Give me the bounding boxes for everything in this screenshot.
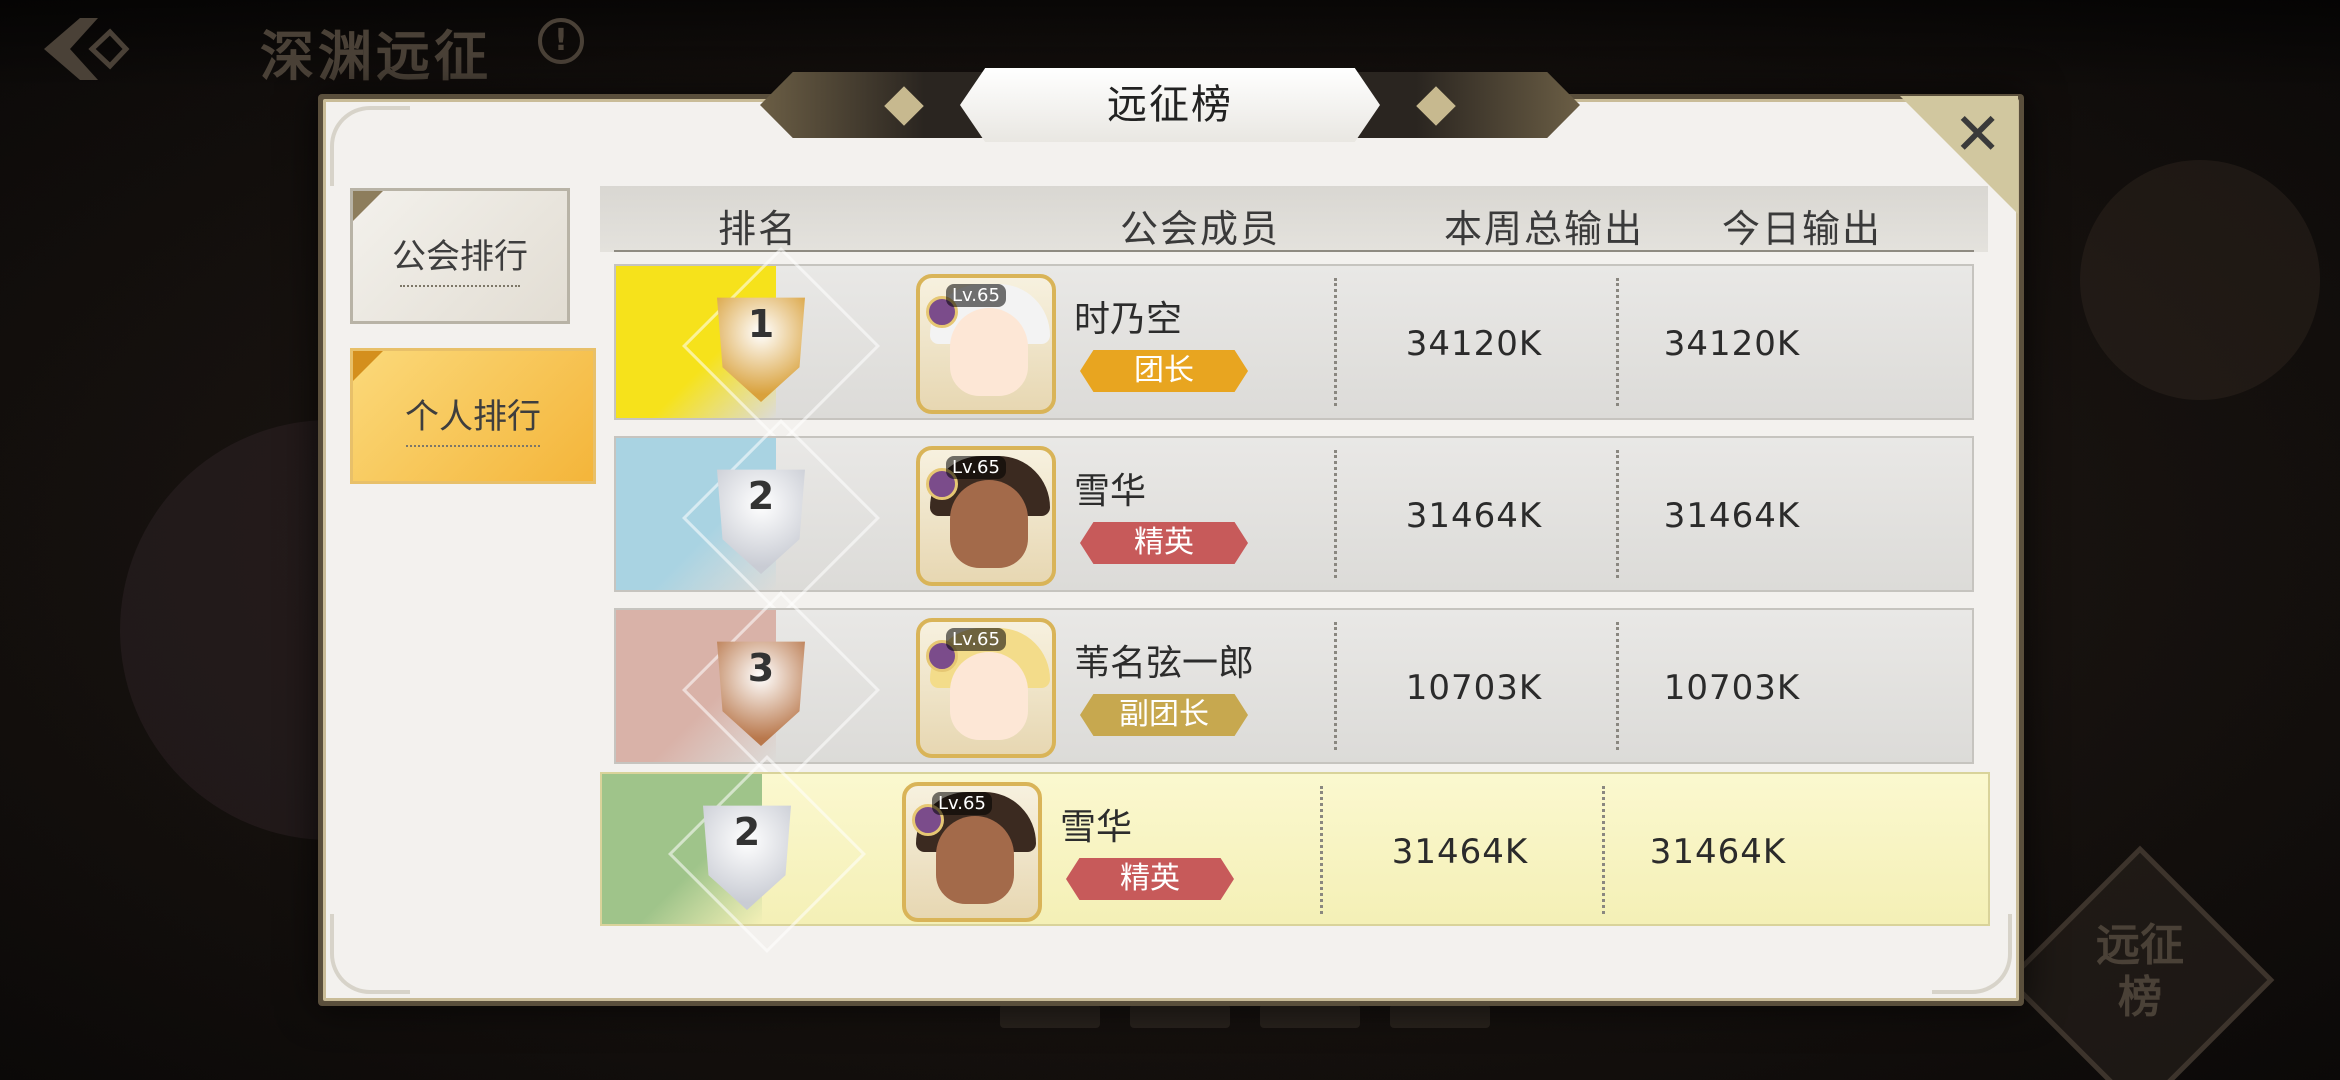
member-avatar[interactable]: Lv.65 (916, 618, 1056, 758)
member-role-badge: 精英 (1066, 858, 1234, 900)
ranking-corner-button-label: 远征榜 (2096, 920, 2184, 1023)
tab-underline (405, 445, 541, 447)
rank-number: 1 (747, 302, 775, 346)
member-role-badge: 团长 (1080, 350, 1248, 392)
column-header-weekly-output: 本周总输出 (1444, 207, 1645, 251)
member-role-badge: 副团长 (1080, 694, 1248, 736)
table-row[interactable]: 2 Lv.65 雪华精英 31464K 31464K (614, 419, 1974, 617)
member-name: 雪华 (1074, 471, 1147, 512)
member-avatar[interactable]: Lv.65 (916, 446, 1056, 586)
column-separator (1616, 622, 1619, 750)
info-icon[interactable]: ! (538, 18, 584, 64)
column-separator (1320, 786, 1323, 914)
back-arrow-icon (44, 18, 130, 80)
column-header-rank: 排名 (718, 207, 799, 251)
avatar-level: Lv.65 (946, 284, 1006, 307)
member-avatar[interactable]: Lv.65 (902, 782, 1042, 922)
modal-title: 远征榜 (1107, 82, 1233, 128)
avatar-face (936, 816, 1014, 904)
weekly-output-value: 34120K (1405, 324, 1543, 364)
table-row[interactable]: 1 Lv.65 时乃空团长 34120K 34120K (614, 247, 1974, 445)
corner-ornament (1932, 914, 2012, 994)
page-title: 深渊远征 (260, 24, 492, 88)
today-output-value: 31464K (1663, 496, 1801, 536)
member-name: 苇名弦一郎 (1074, 643, 1255, 684)
avatar-face (950, 652, 1028, 740)
footer-tab (1000, 1004, 1100, 1028)
back-button[interactable] (40, 14, 130, 84)
today-output-value: 31464K (1649, 832, 1787, 872)
tab-underline (400, 285, 520, 287)
tab-guild-ranking[interactable]: 公会排行 (350, 188, 570, 324)
weekly-output-value: 31464K (1391, 832, 1529, 872)
footer-tab (1130, 1004, 1230, 1028)
corner-ornament (330, 914, 410, 994)
rank-number: 2 (733, 810, 761, 854)
column-separator (1602, 786, 1605, 914)
footer-tab (1390, 1004, 1490, 1028)
column-header-today-output: 今日输出 (1722, 207, 1883, 251)
header-divider (614, 250, 1974, 252)
column-separator (1334, 622, 1337, 750)
self-rank-row[interactable]: 2 Lv.65 雪华精英 31464K 31464K (600, 755, 1990, 953)
column-header-member: 公会成员 (1120, 207, 1281, 251)
footer-tab (1260, 1004, 1360, 1028)
tab-corner-ornament (353, 191, 383, 221)
background-orb-right (2080, 160, 2320, 400)
tab-label: 公会排行 (392, 237, 528, 277)
tab-personal-ranking[interactable]: 个人排行 (350, 348, 596, 484)
rank-number: 2 (747, 474, 775, 518)
member-name: 雪华 (1060, 807, 1133, 848)
avatar-level: Lv.65 (946, 628, 1006, 651)
column-separator (1616, 278, 1619, 406)
close-icon: ✕ (1953, 100, 2002, 168)
member-role-badge: 精英 (1080, 522, 1248, 564)
column-separator (1334, 450, 1337, 578)
avatar-level: Lv.65 (946, 456, 1006, 479)
today-output-value: 10703K (1663, 668, 1801, 708)
column-separator (1616, 450, 1619, 578)
tab-label: 个人排行 (405, 397, 541, 437)
column-separator (1334, 278, 1337, 406)
table-row[interactable]: 3 Lv.65 苇名弦一郎副团长 10703K 10703K (614, 591, 1974, 789)
avatar-face (950, 308, 1028, 396)
corner-ornament (330, 106, 410, 186)
tab-corner-ornament (353, 351, 383, 381)
avatar-level: Lv.65 (932, 792, 992, 815)
modal-title-banner: 远征榜 (760, 66, 1580, 144)
weekly-output-value: 10703K (1405, 668, 1543, 708)
today-output-value: 34120K (1663, 324, 1801, 364)
member-name: 时乃空 (1074, 299, 1183, 340)
rank-number: 3 (747, 646, 775, 690)
avatar-face (950, 480, 1028, 568)
weekly-output-value: 31464K (1405, 496, 1543, 536)
member-avatar[interactable]: Lv.65 (916, 274, 1056, 414)
table-header: 排名 公会成员 本周总输出 今日输出 (600, 186, 1988, 252)
